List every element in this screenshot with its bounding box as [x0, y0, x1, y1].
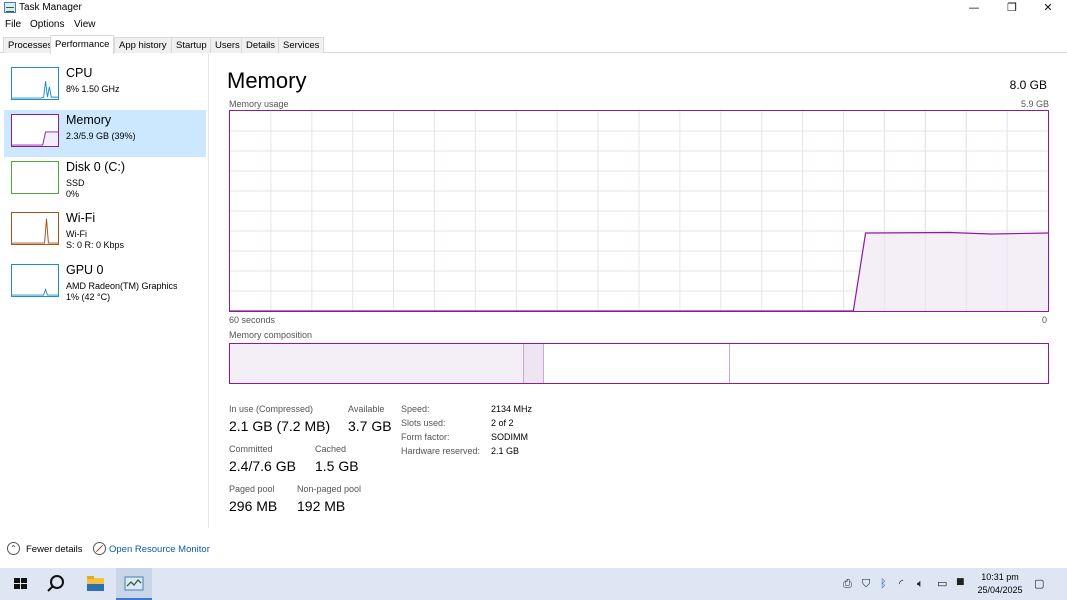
composition-in-use — [230, 344, 524, 383]
cached-label: Cached — [315, 444, 347, 454]
page-title: Memory — [227, 68, 307, 93]
power-icon[interactable]: ■ — [956, 577, 965, 587]
available-value: 3.7 GB — [348, 418, 392, 434]
menu-options[interactable]: Options — [30, 19, 64, 30]
fewer-details-button[interactable]: Fewer details — [26, 544, 83, 555]
memory-usage-graph — [229, 110, 1049, 312]
chevron-up-icon[interactable]: ⌃ — [7, 542, 20, 555]
notifications-icon[interactable]: ▢ — [1034, 577, 1044, 590]
sidebar-item-cpu[interactable]: CPU 8% 1.50 GHz — [4, 63, 206, 110]
cpu-thumbnail-graph — [11, 67, 59, 100]
performance-sidebar: CPU 8% 1.50 GHz Memory 2.3/5.9 GB (39%) … — [0, 54, 209, 528]
wifi-thumbnail-graph — [11, 212, 59, 245]
menu-file[interactable]: File — [5, 19, 21, 30]
tab-users[interactable]: Users — [210, 37, 245, 53]
slots-label: Slots used: — [401, 418, 446, 428]
form-factor-value: SODIMM — [491, 432, 528, 442]
paged-pool-label: Paged pool — [229, 484, 275, 494]
task-manager-window: Task Manager — ❐ ✕ File Options View Pro… — [0, 0, 1067, 600]
taskbar: ⎙ ⛉ ᛒ ◜ 🔈︎ ▭ ■ 10:31 pm 25/04/2025 ▢ — [0, 568, 1067, 600]
sidebar-item-detail: 8% 1.50 GHz — [66, 84, 120, 94]
tab-bar: Processes Performance App history Startu… — [0, 34, 1067, 54]
time-axis-end: 0 — [1041, 315, 1047, 325]
clock-date[interactable]: 25/04/2025 — [974, 585, 1026, 595]
window-title: Task Manager — [19, 2, 82, 13]
memory-thumbnail-graph — [11, 114, 59, 147]
tab-startup[interactable]: Startup — [171, 37, 212, 53]
sidebar-item-wifi[interactable]: Wi-Fi Wi-Fi S: 0 R: 0 Kbps — [4, 208, 206, 255]
committed-value: 2.4/7.6 GB — [229, 458, 296, 474]
non-paged-pool-label: Non-paged pool — [297, 484, 362, 494]
composition-modified — [524, 344, 544, 383]
security-shield-icon[interactable]: ⛉ — [862, 577, 870, 591]
minimize-button[interactable]: — — [955, 0, 993, 17]
speed-label: Speed: — [401, 404, 430, 414]
hardware-reserved-value: 2.1 GB — [491, 446, 520, 456]
sidebar-item-label: CPU — [66, 66, 93, 80]
memory-composition-label: Memory composition — [229, 330, 313, 340]
paged-pool-value: 296 MB — [229, 498, 278, 514]
sidebar-item-label: Wi-Fi — [66, 211, 96, 225]
search-icon[interactable] — [38, 568, 74, 600]
tab-performance[interactable]: Performance — [50, 35, 115, 54]
time-axis-start: 60 seconds — [229, 315, 276, 325]
wifi-icon[interactable]: ◜ — [899, 577, 903, 590]
sidebar-item-detail: S: 0 R: 0 Kbps — [66, 240, 125, 250]
file-explorer-icon[interactable] — [77, 568, 113, 600]
available-label: Available — [348, 404, 385, 414]
sidebar-item-detail: Wi-Fi — [66, 229, 87, 239]
menu-bar: File Options View — [0, 17, 1067, 34]
tab-details[interactable]: Details — [241, 37, 281, 53]
sidebar-item-detail: AMD Radeon(TM) Graphics — [66, 281, 178, 291]
disk-thumbnail-graph — [11, 161, 59, 194]
clock-time[interactable]: 10:31 pm — [980, 572, 1020, 582]
sidebar-item-disk[interactable]: Disk 0 (C:) SSD 0% — [4, 157, 206, 204]
sidebar-item-label: Disk 0 (C:) — [66, 160, 126, 174]
non-paged-pool-value: 192 MB — [297, 498, 346, 514]
task-manager-icon — [4, 2, 16, 13]
memory-composition-bar — [229, 343, 1049, 384]
windows-start-icon[interactable] — [2, 568, 38, 600]
sidebar-item-detail: 2.3/5.9 GB (39%) — [66, 131, 136, 141]
gpu-thumbnail-graph — [11, 264, 59, 297]
memory-total: 8.0 GB — [1009, 78, 1047, 92]
memory-usage-max: 5.9 GB — [1020, 99, 1049, 109]
sidebar-item-label: Memory — [66, 113, 112, 127]
in-use-label: In use (Compressed) — [229, 404, 314, 414]
committed-label: Committed — [229, 444, 273, 454]
sidebar-item-detail: 1% (42 °C) — [66, 292, 111, 302]
memory-usage-area — [853, 232, 1048, 311]
memory-usage-plot — [230, 111, 1048, 311]
resource-monitor-icon[interactable] — [93, 542, 106, 555]
battery-icon[interactable]: ▭ — [937, 577, 947, 590]
cached-value: 1.5 GB — [315, 458, 359, 474]
speed-value: 2134 MHz — [491, 404, 533, 414]
footer-bar: ⌃ Fewer details Open Resource Monitor — [0, 540, 400, 558]
volume-icon[interactable]: 🔈︎ — [917, 577, 924, 591]
composition-standby — [544, 344, 730, 383]
task-manager-taskbar-icon[interactable] — [116, 568, 152, 600]
sidebar-item-memory[interactable]: Memory 2.3/5.9 GB (39%) — [4, 110, 206, 157]
title-bar: Task Manager — ❐ ✕ — [0, 0, 1067, 17]
tab-services[interactable]: Services — [278, 37, 325, 53]
bluetooth-icon[interactable]: ᛒ — [880, 577, 887, 590]
menu-view[interactable]: View — [74, 19, 96, 30]
form-factor-label: Form factor: — [401, 432, 450, 442]
close-button[interactable]: ✕ — [1029, 0, 1067, 17]
memory-usage-label: Memory usage — [229, 99, 289, 109]
sidebar-item-label: GPU 0 — [66, 263, 104, 277]
meet-now-icon[interactable]: ⎙ — [843, 577, 852, 591]
slots-value: 2 of 2 — [491, 418, 514, 428]
open-resource-monitor-link[interactable]: Open Resource Monitor — [109, 544, 210, 555]
sidebar-item-detail: 0% — [66, 189, 80, 199]
restore-button[interactable]: ❐ — [993, 0, 1031, 17]
tab-app-history[interactable]: App history — [114, 37, 172, 53]
sidebar-item-detail: SSD — [66, 178, 85, 188]
sidebar-item-gpu[interactable]: GPU 0 AMD Radeon(TM) Graphics 1% (42 °C) — [4, 260, 206, 307]
in-use-value: 2.1 GB (7.2 MB) — [229, 418, 331, 434]
hardware-reserved-label: Hardware reserved: — [401, 446, 481, 456]
